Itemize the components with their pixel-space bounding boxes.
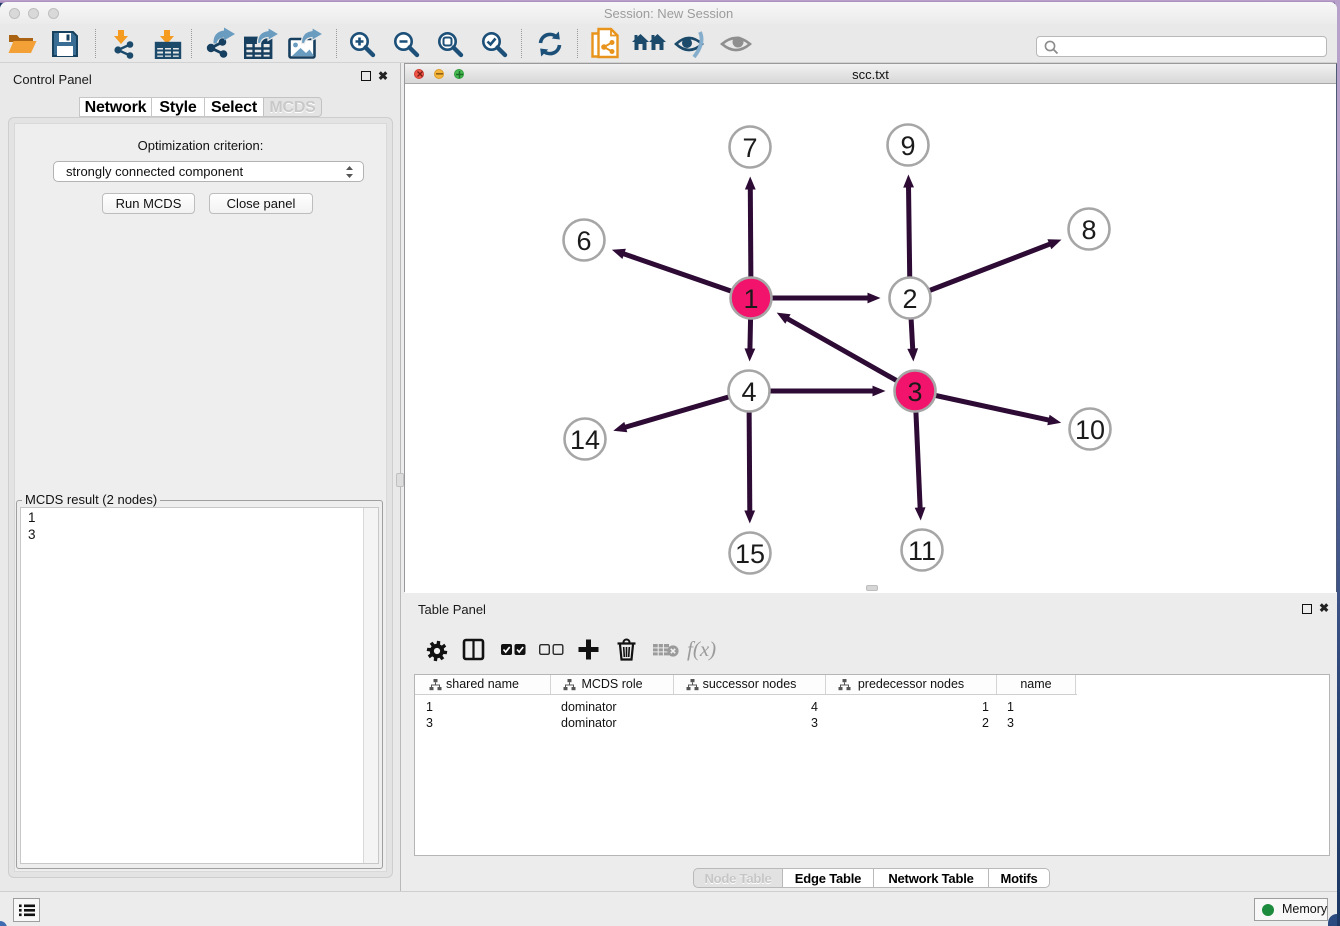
svg-text:15: 15	[735, 539, 765, 569]
svg-text:11: 11	[908, 536, 936, 566]
svg-text:7: 7	[742, 133, 757, 163]
svg-text:8: 8	[1081, 215, 1096, 245]
svg-text:3: 3	[907, 377, 922, 407]
svg-text:14: 14	[570, 425, 600, 455]
svg-text:2: 2	[902, 284, 917, 314]
svg-text:10: 10	[1075, 415, 1105, 445]
svg-text:4: 4	[741, 377, 756, 407]
svg-text:1: 1	[743, 284, 758, 314]
svg-text:9: 9	[900, 131, 915, 161]
svg-text:6: 6	[576, 226, 591, 256]
